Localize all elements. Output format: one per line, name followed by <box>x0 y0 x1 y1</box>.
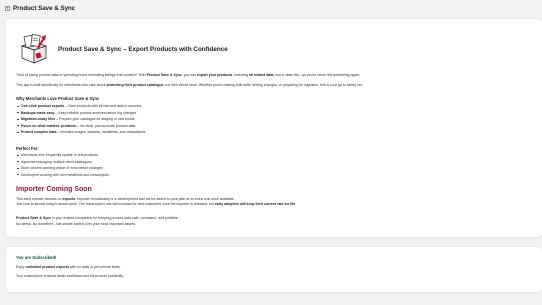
perfect-list: Merchants who frequently update or test … <box>16 152 109 178</box>
subscribed-line-1: Enjoy unlimited product exports with no … <box>16 265 121 269</box>
export-illustration-icon <box>18 33 51 66</box>
app-icon <box>5 6 10 11</box>
hero-title: Product Save & Sync – Export Products wi… <box>58 46 228 53</box>
subscribed-heading: You are Subscribed! <box>16 255 57 260</box>
list-item: Protect complex data – Includes images, … <box>16 129 146 136</box>
main-card: Product Save & Sync – Export Products wi… <box>6 19 542 237</box>
subscribed-line-2: Your subscription ensures faster workflo… <box>16 274 124 278</box>
app-header: Product Save & Sync <box>0 0 542 17</box>
why-heading: Why Merchants Love Product Save & Sync <box>16 96 100 101</box>
intro-paragraph-2: This app is built specifically for merch… <box>16 83 363 87</box>
importer-paragraph-1: This early release focuses on exports. I… <box>16 197 235 201</box>
importer-heading: Importer Coming Soon <box>16 186 92 193</box>
list-item: Developers working with rich metafields … <box>16 172 109 179</box>
why-list: One-click product exports – Save product… <box>16 103 146 136</box>
hero <box>18 33 51 66</box>
intro-paragraph-1: Tired of losing product data or spending… <box>16 73 361 77</box>
closing-line-1: Product Save & Sync is your trusted comp… <box>16 216 179 220</box>
closing-line-2: No stress. No downtime. Just simple cont… <box>16 222 136 226</box>
importer-paragraph-2: Join now to secure today's launch price.… <box>16 202 297 206</box>
app-title: Product Save & Sync <box>13 5 76 12</box>
perfect-heading: Perfect For: <box>16 146 39 151</box>
subscription-card: You are Subscribed! Enjoy unlimited prod… <box>6 247 542 292</box>
